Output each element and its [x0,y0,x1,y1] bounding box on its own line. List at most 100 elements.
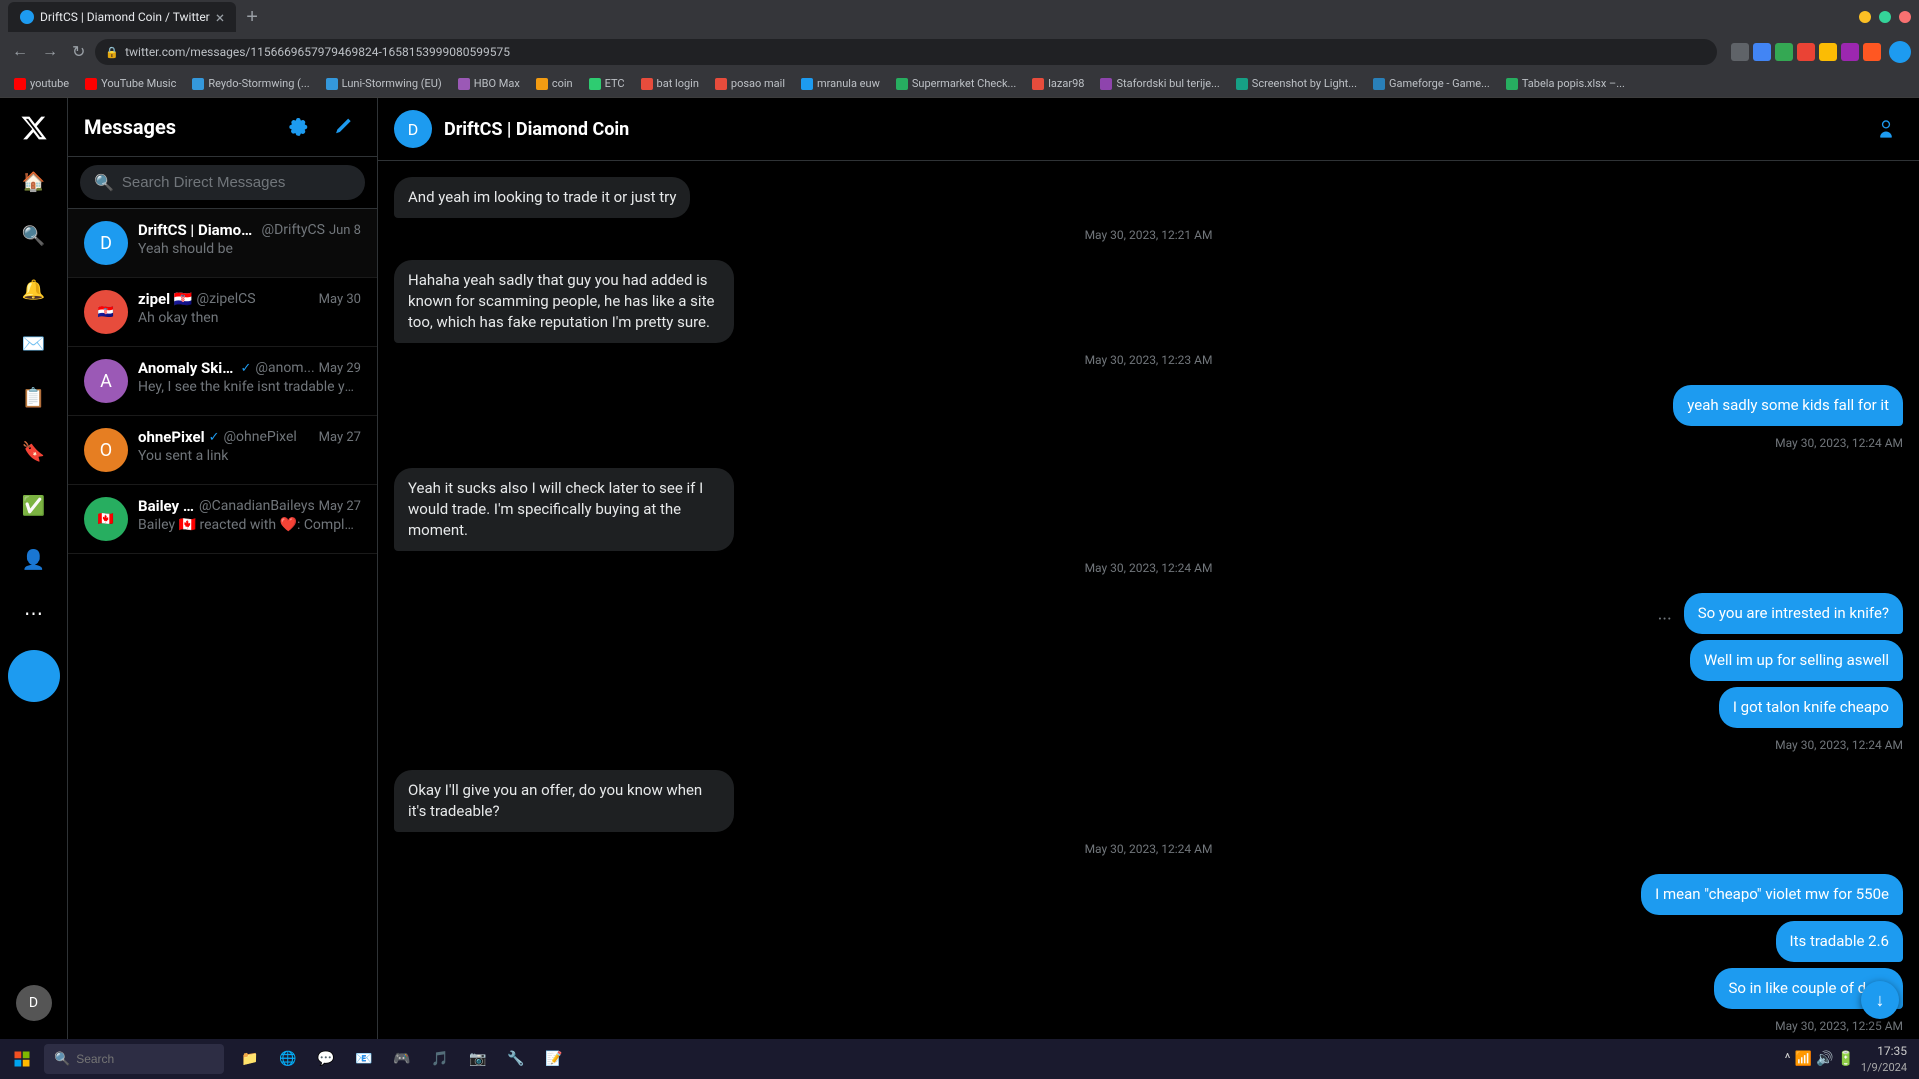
taskbar-clock[interactable]: 17:35 1/9/2024 [1861,1043,1907,1075]
conversation-item[interactable]: 🇨🇦 Bailey 🇨🇦 @CanadianBaileys May 27 Bai… [68,485,377,554]
bookmark-mail[interactable]: posao mail [709,75,791,92]
taskbar-app-misc4[interactable]: 📝 [536,1041,572,1077]
messages-icon: ✉️ [22,332,46,355]
tab-bar: DriftCS | Diamond Coin / Twitter × + [0,0,1919,34]
taskbar-app-misc2[interactable]: 📷 [460,1041,496,1077]
extension-3[interactable] [1775,43,1793,61]
message-group: Yeah it sucks also I will check later to… [394,468,1903,581]
bookmark-tabela[interactable]: Tabela popis.xlsx –... [1500,75,1631,92]
conversation-item[interactable]: D DriftCS | Diamond Coin @DriftyCS Jun 8… [68,209,377,278]
sidebar-item-profile[interactable]: 👤 [9,534,59,584]
battery-icon[interactable]: 🔋 [1837,1051,1854,1067]
verified-badge: ✓ [241,361,252,376]
chat-avatar: D [394,110,432,148]
conversation-date: May 29 [319,361,361,376]
message-actions-icon[interactable]: ··· [1654,605,1676,634]
browser-profile-icon[interactable] [1889,41,1911,63]
taskbar-search-input[interactable] [76,1052,196,1066]
new-tab-button[interactable]: + [240,6,264,29]
sidebar-item-explore[interactable]: 🔍 [9,210,59,260]
conversation-content: Bailey 🇨🇦 @CanadianBaileys May 27 Bailey… [138,497,361,533]
search-wrapper[interactable]: 🔍 [80,165,365,200]
message-row: I mean "cheapo" violet mw for 550e [394,874,1903,915]
message-bubble: Its tradable 2.6 [1776,921,1904,962]
bookmark-gameforge[interactable]: Gameforge - Game... [1367,75,1496,92]
bookmark-youtube[interactable]: youtube [8,75,75,92]
avatar: D [84,221,128,265]
extension-7[interactable] [1863,43,1881,61]
reload-button[interactable]: ↻ [68,38,89,66]
system-tray-expand[interactable]: ^ [1785,1051,1791,1067]
conversation-item[interactable]: 🇭🇷 zipel 🇭🇷 @zipelCS May 30 Ah okay then [68,278,377,347]
sidebar-item-messages[interactable]: ✉️ [9,318,59,368]
settings-icon-button[interactable] [281,110,315,144]
bookmark-favicon [536,78,548,90]
sidebar-item-home[interactable]: 🏠 [9,156,59,206]
bookmark-luni[interactable]: Luni-Stormwing (EU) [320,75,448,92]
message-timestamp: May 30, 2023, 12:21 AM [394,228,1903,242]
maximize-button[interactable] [1879,11,1891,23]
tweet-button[interactable] [8,650,60,702]
back-button[interactable]: ← [8,39,32,65]
taskbar-app-misc1[interactable]: 🎵 [422,1041,458,1077]
url-bar[interactable]: 🔒 twitter.com/messages/11566696579794698… [95,39,1717,65]
bookmark-hbo[interactable]: HBO Max [452,75,526,92]
bookmark-etc[interactable]: ETC [583,75,631,92]
sidebar-item-more[interactable]: ⋯ [9,588,59,638]
taskbar-app-explorer[interactable]: 📁 [232,1041,268,1077]
conversation-name: Anomaly Skins - ... [138,359,237,377]
extension-1[interactable] [1731,43,1749,61]
chat-info-button[interactable] [1869,112,1903,146]
conversation-preview: Ah okay then [138,310,361,326]
explore-icon: 🔍 [22,224,46,247]
bookmark-mranula[interactable]: mranula euw [795,75,886,92]
taskbar-search[interactable]: 🔍 [44,1044,224,1074]
address-bar: ← → ↻ 🔒 twitter.com/messages/11566696579… [0,34,1919,70]
extension-5[interactable] [1819,43,1837,61]
search-input[interactable] [122,174,351,191]
message-bubble: Well im up for selling aswell [1690,640,1903,681]
sidebar-item-lists[interactable]: 📋 [9,372,59,422]
message-timestamp: May 30, 2023, 12:24 AM [394,842,1903,856]
close-button[interactable] [1899,11,1911,23]
sidebar-item-notifications[interactable]: 🔔 [9,264,59,314]
extension-2[interactable] [1753,43,1771,61]
conversation-item[interactable]: A Anomaly Skins - ... ✓ @anom... May 29 … [68,347,377,416]
bookmark-coin[interactable]: coin [530,75,579,92]
compose-icon-button[interactable] [327,110,361,144]
taskbar-app-game[interactable]: 🎮 [384,1041,420,1077]
message-bubble: I got talon knife cheapo [1719,687,1903,728]
network-icon[interactable]: 📶 [1795,1051,1812,1067]
taskbar-app-discord[interactable]: 💬 [308,1041,344,1077]
bookmark-favicon [85,78,97,90]
active-tab[interactable]: DriftCS | Diamond Coin / Twitter × [8,2,236,32]
twitter-logo[interactable] [14,108,54,148]
avatar: 🇨🇦 [84,497,128,541]
extension-4[interactable] [1797,43,1815,61]
taskbar-app-chrome[interactable]: 🌐 [270,1041,306,1077]
taskbar-app-misc3[interactable]: 🔧 [498,1041,534,1077]
bookmark-screenshot[interactable]: Screenshot by Light... [1230,75,1363,92]
bookmark-reydo[interactable]: Reydo-Stormwing (... [186,75,315,92]
messages-panel-header: Messages [68,98,377,157]
conversation-preview: You sent a link [138,448,361,464]
scroll-to-bottom-button[interactable]: ↓ [1861,981,1899,1019]
bookmark-lazar[interactable]: lazar98 [1026,75,1090,92]
conversation-item[interactable]: O ohnePixel ✓ @ohnePixel May 27 You sent… [68,416,377,485]
forward-button[interactable]: → [38,39,62,65]
message-row: And yeah im looking to trade it or just … [394,177,1903,218]
tab-close-button[interactable]: × [216,8,225,27]
bookmark-ytmusic[interactable]: YouTube Music [79,75,182,92]
taskbar: 🔍 📁 🌐 💬 📧 🎮 🎵 📷 🔧 📝 ^ 📶 🔊 🔋 17:35 1/9/20… [0,1039,1919,1079]
volume-icon[interactable]: 🔊 [1816,1051,1833,1067]
sidebar-item-bookmarks[interactable]: 🔖 [9,426,59,476]
taskbar-app-email[interactable]: 📧 [346,1041,382,1077]
bookmark-bat[interactable]: bat login [635,75,705,92]
extension-6[interactable] [1841,43,1859,61]
minimize-button[interactable] [1859,11,1871,23]
taskbar-start-button[interactable] [4,1041,40,1077]
user-profile-button[interactable]: D [8,977,60,1029]
bookmark-stafordski[interactable]: Stafordski bul terije... [1094,75,1225,92]
sidebar-item-verified[interactable]: ✅ [9,480,59,530]
bookmark-supermarket[interactable]: Supermarket Check... [890,75,1022,92]
